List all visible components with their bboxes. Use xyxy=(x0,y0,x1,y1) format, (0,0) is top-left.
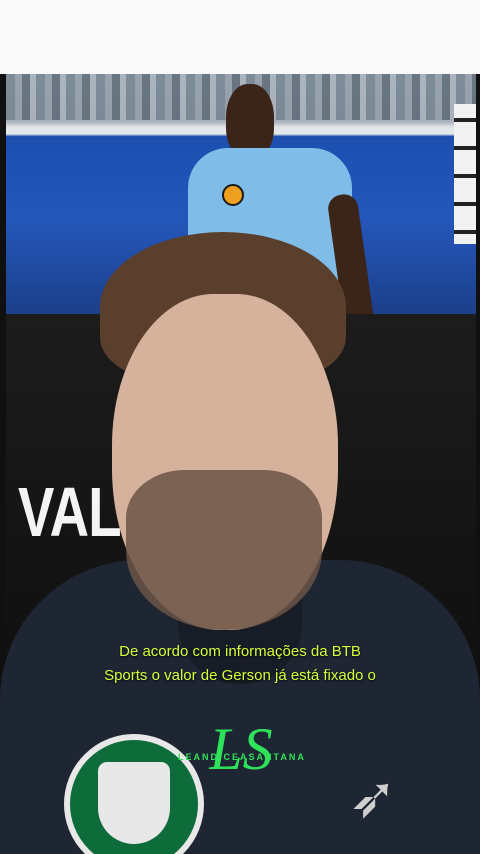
puma-icon: ➶ xyxy=(348,765,398,830)
caption-line-2: Sports o valor de Gerson já está fixado … xyxy=(104,667,376,684)
player-head xyxy=(226,84,274,158)
watermark-handle: LEANDICEASANTANA xyxy=(178,752,306,762)
presenter-beard xyxy=(126,470,322,630)
sponsor-logo xyxy=(222,184,244,206)
football-strip xyxy=(454,104,476,244)
caption: De acordo com informações da BTB Sports … xyxy=(60,640,420,688)
top-bar xyxy=(0,0,480,74)
video-player[interactable]: VAL ADO! ➶ De acordo com informações da … xyxy=(0,74,480,854)
caption-line-1: De acordo com informações da BTB xyxy=(119,643,361,660)
badge-shield xyxy=(98,762,170,844)
